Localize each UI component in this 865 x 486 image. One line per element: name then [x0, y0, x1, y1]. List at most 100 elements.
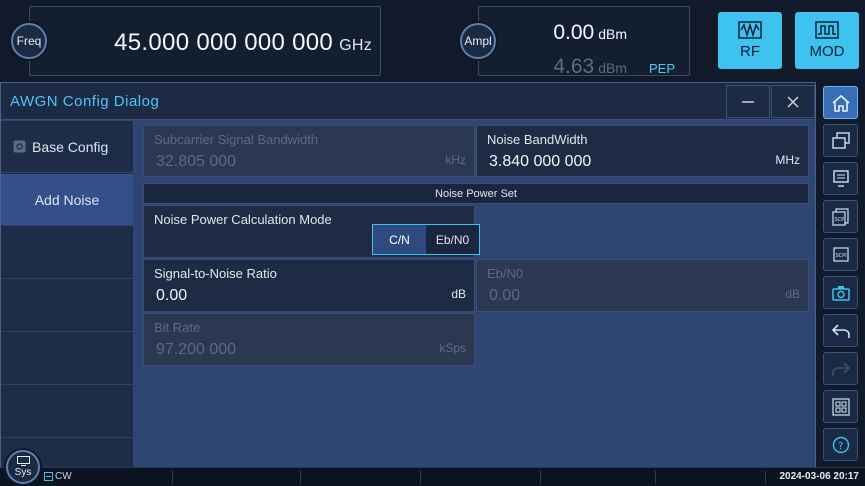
amplitude-display[interactable]: 0.00 dBm 4.63 dBm PEP — [478, 6, 690, 79]
help-icon: ? — [832, 436, 849, 453]
status-bar: CW 2024-03-06 20:17 — [0, 467, 865, 486]
help-button[interactable]: ? — [823, 428, 858, 461]
mod-button[interactable]: MOD — [795, 12, 859, 69]
calc-mode-option-cn[interactable]: C/N — [373, 225, 426, 254]
field-unit: dB — [451, 287, 466, 301]
svg-text:?: ? — [838, 441, 843, 452]
status-divider — [540, 471, 541, 483]
field-unit: dB — [785, 287, 800, 301]
ebn0-field: Eb/N0 0.00 dB — [476, 259, 809, 312]
scpi-button[interactable]: SCPI — [823, 238, 858, 271]
top-bar: 45.000 000 000 000 GHz Freq 0.00 dBm 4.63 d… — [0, 0, 865, 82]
field-unit: kHz — [445, 153, 466, 167]
undo-icon — [831, 323, 850, 338]
status-divider — [172, 471, 173, 483]
calc-mode-selector[interactable]: C/N Eb/N0 — [372, 224, 480, 255]
calc-mode-option-ebn0[interactable]: Eb/N0 — [426, 225, 479, 254]
minimize-icon — [742, 100, 754, 103]
layout-icon — [831, 397, 850, 416]
freq-button[interactable]: Freq — [11, 23, 47, 59]
nav-item-empty — [1, 227, 133, 279]
windows-button[interactable] — [823, 124, 858, 157]
amplitude-value: 0.00 — [553, 21, 595, 44]
display-button[interactable] — [823, 162, 858, 195]
ampl-button-label: Ampl — [464, 34, 492, 48]
sys-button-label: Sys — [14, 467, 32, 478]
pep-label: PEP — [648, 61, 675, 76]
cw-label: CW — [55, 471, 72, 482]
field-value: 3.840 000 000 — [489, 153, 592, 170]
minimize-button[interactable] — [726, 85, 770, 118]
calc-mode-field: Noise Power Calculation Mode C/N Eb/N0 — [143, 205, 480, 258]
awgn-config-dialog: AWGN Config Dialog Base Config Add Noise… — [0, 82, 816, 467]
amplitude-row: 0.00 dBm — [553, 21, 627, 45]
nav-item-base-config[interactable]: Base Config — [1, 121, 133, 173]
layout-button[interactable] — [823, 390, 858, 423]
pep-value: 4.63 — [553, 55, 595, 78]
status-divider — [300, 471, 301, 483]
dialog-title-bar: AWGN Config Dialog — [1, 83, 815, 120]
dialog-title: AWGN Config Dialog — [10, 93, 160, 110]
field-label: Noise Power Calculation Mode — [154, 212, 332, 227]
display-icon — [832, 169, 849, 187]
field-unit: kSps — [439, 341, 466, 355]
subcarrier-bandwidth-field: Subcarrier Signal Bandwidth 32.805 000 k… — [143, 125, 475, 177]
svg-text:SCPI: SCPI — [834, 217, 845, 223]
snr-field[interactable]: Signal-to-Noise Ratio 0.00 dB — [143, 259, 475, 312]
close-icon — [787, 95, 799, 108]
status-divider — [765, 471, 766, 483]
freq-button-label: Freq — [16, 34, 42, 48]
field-label: Subcarrier Signal Bandwidth — [154, 132, 319, 147]
cw-icon — [44, 472, 53, 481]
scpi-icon: SCPI — [832, 246, 849, 262]
field-label: Bit Rate — [154, 320, 201, 335]
close-button[interactable] — [771, 85, 815, 118]
noise-power-section-header: Noise Power Set — [143, 183, 809, 204]
status-divider — [655, 471, 656, 483]
scpi-record-icon: SCPI — [831, 207, 849, 226]
home-button[interactable] — [823, 86, 858, 119]
ampl-button[interactable]: Ampl — [460, 23, 496, 59]
mod-pulse-icon — [815, 21, 839, 39]
noise-bandwidth-field[interactable]: Noise BandWidth 3.840 000 000 MHz — [476, 125, 809, 177]
nav-item-label: Add Noise — [34, 191, 100, 208]
field-value: 97.200 000 — [156, 341, 237, 358]
screenshot-button[interactable] — [823, 276, 858, 309]
system-icon — [16, 456, 30, 466]
field-label: Noise BandWidth — [487, 132, 588, 147]
field-unit: MHz — [775, 153, 800, 167]
rf-button-label: RF — [740, 43, 760, 60]
mod-button-label: MOD — [809, 43, 845, 60]
rf-waveform-icon — [738, 21, 762, 39]
home-icon — [831, 94, 850, 112]
field-value: 32.805 000 — [156, 153, 237, 170]
status-divider — [420, 471, 421, 483]
status-datetime: 2024-03-06 20:17 — [779, 471, 859, 482]
bit-rate-field: Bit Rate 97.200 000 kSps — [143, 313, 475, 366]
nav-item-add-noise[interactable]: Add Noise — [1, 174, 133, 226]
rf-button[interactable]: RF — [718, 12, 782, 69]
amplitude-unit: dBm — [598, 26, 627, 42]
right-toolbar: SCPI SCPI ? — [816, 82, 865, 467]
redo-button[interactable] — [823, 352, 858, 385]
windows-icon — [831, 131, 850, 149]
undo-button[interactable] — [823, 314, 858, 347]
nav-item-empty — [1, 333, 133, 385]
field-value: 0.00 — [489, 287, 521, 304]
frequency-value-row: 45.000 000 000 000 GHz — [114, 29, 372, 57]
sys-button[interactable]: Sys — [6, 450, 40, 484]
frequency-display[interactable]: 45.000 000 000 000 GHz — [29, 6, 381, 76]
dialog-content: Subcarrier Signal Bandwidth 32.805 000 k… — [133, 121, 815, 467]
pep-row: 4.63 dBm — [553, 55, 627, 79]
pep-unit: dBm — [598, 60, 627, 76]
scpi-record-button[interactable]: SCPI — [823, 200, 858, 233]
dialog-side-nav: Base Config Add Noise — [1, 121, 133, 467]
field-label: Signal-to-Noise Ratio — [154, 266, 277, 281]
redo-icon — [831, 361, 850, 376]
config-icon — [13, 140, 26, 153]
nav-item-empty — [1, 386, 133, 438]
camera-icon — [831, 285, 850, 301]
frequency-unit: GHz — [339, 37, 372, 54]
frequency-value: 45.000 000 000 000 — [114, 29, 334, 56]
nav-item-empty — [1, 280, 133, 332]
